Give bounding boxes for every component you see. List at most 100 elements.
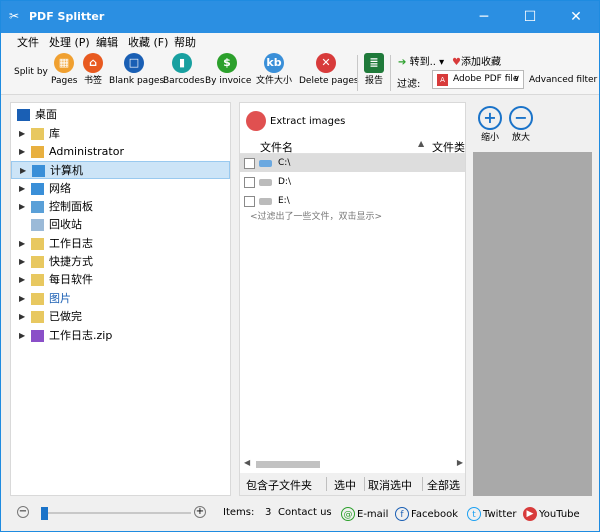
column-header-name[interactable]: 文件名 (260, 139, 293, 155)
select-all-button[interactable]: 全部选 (427, 477, 460, 493)
tree-item-control-panel[interactable]: ▶ 控制面板 (11, 198, 230, 216)
tree-item-administrator[interactable]: ▶ Administrator (11, 143, 230, 161)
split-file-size-button[interactable]: kb 文件大小 (253, 53, 295, 87)
tree-item-desktop[interactable]: 桌面 (11, 106, 230, 124)
status-bar: − + Items: 3 Contact us @ E-mail f Faceboo… (1, 501, 599, 531)
file-row[interactable]: E:\ (240, 192, 465, 210)
zoom-out-button[interactable]: − 放大 (506, 106, 536, 143)
twitter-icon: t (467, 507, 481, 521)
facebook-icon: f (395, 507, 409, 521)
chevron-right-icon[interactable]: ▶ (20, 162, 26, 180)
email-link[interactable]: @ E-mail (341, 507, 388, 521)
select-button[interactable]: 选中 (334, 477, 356, 493)
row-checkbox[interactable] (244, 177, 255, 188)
network-icon (31, 183, 44, 195)
extract-images-icon (246, 111, 266, 131)
menu-help[interactable]: 帮助 (174, 34, 196, 50)
file-row[interactable]: C:\ (240, 154, 465, 172)
row-checkbox[interactable] (244, 196, 255, 207)
include-subfolders-button[interactable]: 包含子文件夹 (246, 477, 312, 493)
tree-item-daily-software[interactable]: ▶ 每日软件 (11, 271, 230, 289)
minimize-button[interactable]: ─ (461, 1, 507, 33)
tree-item-work-log[interactable]: ▶ 工作日志 (11, 235, 230, 253)
tree-item-library[interactable]: ▶ 库 (11, 125, 230, 143)
zoom-slider[interactable] (41, 507, 191, 520)
minus-icon: − (509, 106, 533, 130)
window-title: PDF Splitter (29, 10, 105, 23)
folder-icon (31, 238, 44, 250)
goto-button[interactable]: ➔ 转到.. ▾ (398, 53, 444, 68)
chevron-right-icon[interactable]: ▶ (19, 180, 25, 198)
folder-icon (31, 256, 44, 268)
split-by-invoice-button[interactable]: $ By invoice (205, 53, 251, 87)
report-button[interactable]: ≣ 报告 (362, 53, 386, 87)
menu-file[interactable]: 文件 (17, 34, 39, 50)
zoom-in-icon[interactable]: + (194, 506, 206, 518)
contact-us-link[interactable]: Contact us (278, 507, 332, 518)
zoom-in-button[interactable]: + 缩小 (475, 106, 505, 143)
report-icon: ≣ (364, 53, 384, 73)
menu-edit[interactable]: 编辑 (96, 34, 118, 50)
chevron-right-icon[interactable]: ▶ (19, 125, 25, 143)
email-icon: @ (341, 507, 355, 521)
advanced-filter-link[interactable]: Advanced filter (529, 75, 597, 85)
file-row[interactable]: D:\ (240, 173, 465, 191)
divider (364, 477, 365, 491)
menu-favorites[interactable]: 收藏 (F) (128, 34, 168, 50)
blank-page-icon: □ (124, 53, 144, 73)
tree-item-network[interactable]: ▶ 网络 (11, 180, 230, 198)
tree-item-shortcuts[interactable]: ▶ 快捷方式 (11, 253, 230, 271)
split-blank-pages-button[interactable]: □ Blank pages (109, 53, 164, 87)
delete-icon: ✕ (316, 53, 336, 73)
split-pages-button[interactable]: ▦ Pages (51, 53, 77, 87)
chevron-right-icon[interactable]: ▶ (19, 253, 25, 271)
arrow-right-icon: ➔ (398, 57, 407, 68)
column-header-type[interactable]: 文件类 (432, 139, 465, 155)
delete-pages-button[interactable]: ✕ Delete pages (299, 53, 359, 87)
extract-images-button[interactable]: Extract images (246, 111, 345, 131)
user-folder-icon (31, 146, 44, 158)
chevron-right-icon[interactable]: ▶ (19, 198, 25, 216)
maximize-button[interactable]: ☐ (507, 1, 553, 33)
title-bar: ✂ PDF Splitter ─ ☐ ✕ (1, 1, 599, 33)
chevron-right-icon[interactable]: ▶ (19, 143, 25, 161)
scrollbar-thumb[interactable] (256, 461, 320, 468)
row-checkbox[interactable] (244, 158, 255, 169)
twitter-link[interactable]: t Twitter (467, 507, 517, 521)
menu-process[interactable]: 处理 (P) (49, 34, 90, 50)
drive-icon (259, 160, 272, 167)
chevron-right-icon[interactable]: ▶ (19, 271, 25, 289)
tree-item-done[interactable]: ▶ 已做完 (11, 308, 230, 326)
deselect-button[interactable]: 取消选中 (368, 477, 412, 493)
chevron-right-icon[interactable]: ▶ (19, 235, 25, 253)
youtube-link[interactable]: ▶ YouTube (523, 507, 580, 521)
chevron-down-icon: ∨ (513, 74, 520, 84)
folder-icon (31, 274, 44, 286)
slider-knob[interactable] (41, 507, 48, 520)
close-button[interactable]: ✕ (553, 1, 599, 33)
split-barcodes-button[interactable]: ▮ Barcodes (163, 53, 205, 87)
chevron-right-icon[interactable]: ▶ (19, 290, 25, 308)
scroll-right-icon[interactable]: ▶ (457, 458, 463, 467)
toolbar-divider (357, 55, 358, 91)
filter-label: 过滤: (397, 79, 421, 90)
horizontal-scrollbar[interactable]: ◀ ▶ (244, 458, 463, 470)
toolbar: Split by ▦ Pages ⌂ 书签 □ Blank pages ▮ Barcod… (1, 49, 599, 95)
add-favorite-button[interactable]: ♥添加收藏 (452, 53, 501, 68)
split-bookmarks-button[interactable]: ⌂ 书签 (81, 53, 105, 87)
filtered-files-note[interactable]: <过滤出了一些文件，双击显示> (250, 209, 382, 222)
filter-select[interactable]: A Adobe PDF file ∨ (432, 70, 524, 89)
tree-item-recycle-bin[interactable]: 回收站 (11, 216, 230, 234)
tree-item-pictures[interactable]: ▶ 图片 (11, 290, 230, 308)
toolbar-divider (390, 55, 391, 91)
tree-item-computer[interactable]: ▶ 计算机 (11, 161, 230, 179)
tree-item-work-log-zip[interactable]: ▶ 工作日志.zip (11, 327, 230, 345)
facebook-link[interactable]: f Facebook (395, 507, 458, 521)
computer-icon (32, 165, 45, 177)
divider (422, 477, 423, 491)
chevron-right-icon[interactable]: ▶ (19, 308, 25, 326)
zoom-out-icon[interactable]: − (17, 506, 29, 518)
scroll-left-icon[interactable]: ◀ (244, 458, 250, 467)
chevron-right-icon[interactable]: ▶ (19, 327, 25, 345)
file-list-header: 文件名 ▲ 文件类 (240, 138, 465, 154)
